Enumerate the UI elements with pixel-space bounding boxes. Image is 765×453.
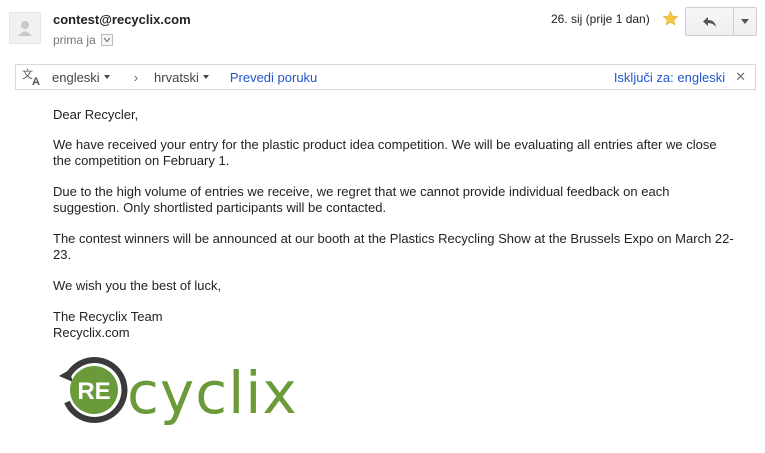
paragraph-line: The contest winners will be announced at…: [53, 231, 734, 246]
reply-button[interactable]: [685, 7, 734, 36]
reply-icon: [702, 16, 716, 27]
recyclix-logo-graphic: RE cyclix: [59, 357, 298, 427]
signature-team: The Recyclix Team: [53, 309, 163, 324]
paragraph-line: 23.: [53, 247, 72, 262]
chevron-down-icon: [202, 75, 209, 79]
chevron-down-icon: [103, 75, 110, 79]
translate-icon: 文 A: [22, 67, 40, 87]
chevron-down-icon: [103, 37, 111, 43]
message-body: Dear Recycler, We have received your ent…: [53, 107, 743, 341]
more-options-button[interactable]: [734, 7, 757, 36]
translate-message-link[interactable]: Prevedi poruku: [230, 70, 317, 85]
sender-email[interactable]: contest@recyclix.com: [53, 12, 191, 27]
recipient-line: prima ja: [53, 33, 113, 47]
paragraph-line: We have received your entry for the plas…: [53, 137, 717, 152]
paragraph-line: suggestion. Only shortlisted participant…: [53, 200, 387, 215]
logo-word: cyclix: [127, 359, 298, 426]
signature-site: Recyclix.com: [53, 325, 130, 340]
recipient-label: prima ja: [53, 33, 96, 47]
greeting: Dear Recycler,: [53, 107, 139, 122]
chevron-down-icon: [741, 19, 749, 24]
star-icon: [662, 10, 679, 26]
source-language-label: engleski: [52, 69, 100, 85]
logo-badge-text: RE: [77, 378, 110, 405]
close-icon[interactable]: ✕: [735, 69, 746, 85]
message-date: 26. sij (prije 1 dan): [551, 12, 650, 26]
arrow-right-icon: ›: [133, 69, 139, 85]
paragraph-line: the competition on February 1.: [53, 153, 230, 168]
sender-avatar: [9, 12, 41, 44]
paragraph-line: Due to the high volume of entries we rec…: [53, 184, 670, 199]
translate-bar: 文 A engleski › hrvatski Prevedi poruku I…: [15, 64, 756, 90]
show-details-button[interactable]: [100, 34, 113, 46]
star-button[interactable]: [662, 10, 679, 30]
target-language-select[interactable]: hrvatski: [154, 70, 209, 85]
source-language-select[interactable]: engleski: [52, 70, 110, 85]
svg-text:A: A: [32, 76, 40, 87]
closing-line: We wish you the best of luck,: [53, 278, 222, 293]
target-language-label: hrvatski: [154, 69, 199, 85]
reply-button-group: [685, 7, 757, 36]
default-avatar-icon: [18, 21, 32, 36]
turn-off-translation-link[interactable]: Isključi za: engleski: [614, 70, 725, 85]
recyclix-logo: RE cyclix: [57, 354, 307, 427]
